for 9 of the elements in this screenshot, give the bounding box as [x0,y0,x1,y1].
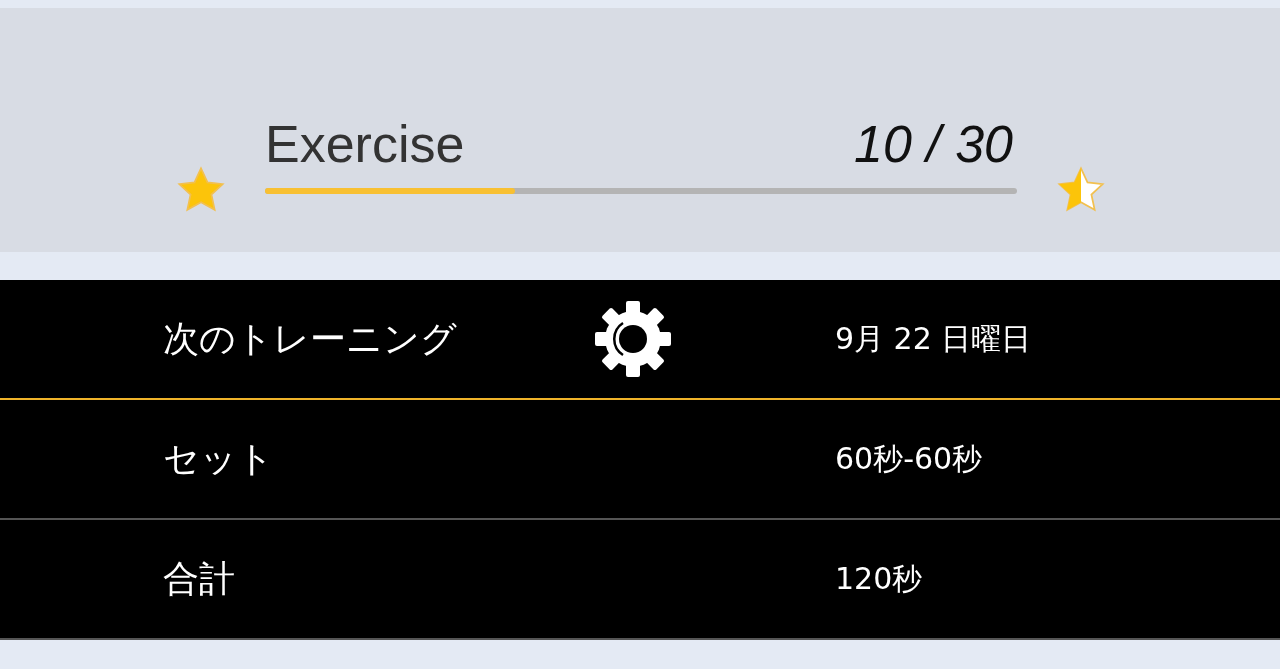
exercise-title: Exercise [265,114,465,174]
row-value: 60秒-60秒 [835,439,983,478]
row-value: 9月 22 日曜日 [835,319,1032,358]
progress-count: 10 / 30 [853,114,1013,174]
row-label: セット [163,436,275,481]
row-value: 120秒 [835,559,923,598]
row-label: 合計 [163,556,236,601]
row-label: 次のトレーニング [163,316,458,361]
gear-icon[interactable] [593,299,673,379]
